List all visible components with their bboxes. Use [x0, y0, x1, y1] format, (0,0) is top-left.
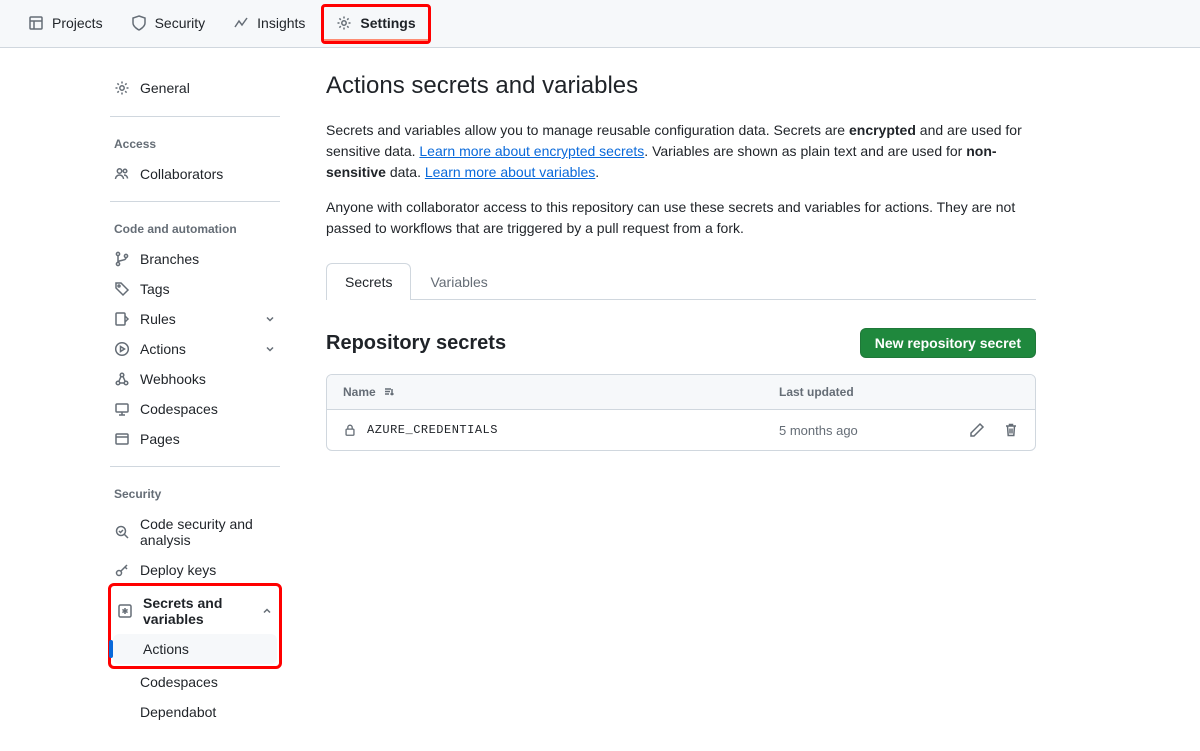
sidebar-section-access: Access: [110, 129, 280, 159]
sort-icon: [382, 386, 394, 398]
codespaces-icon: [114, 401, 130, 417]
webhook-icon: [114, 371, 130, 387]
description-1: Secrets and variables allow you to manag…: [326, 120, 1036, 183]
main-content: Actions secrets and variables Secrets an…: [296, 72, 1076, 727]
repo-secrets-header: Repository secrets New repository secret: [326, 328, 1036, 358]
trash-icon[interactable]: [1003, 422, 1019, 438]
shield-icon: [131, 15, 147, 31]
tag-icon: [114, 281, 130, 297]
secrets-table: Name Last updated AZURE_CREDENTIALS 5 mo…: [326, 374, 1036, 451]
sidebar-sub-actions-label: Actions: [143, 641, 189, 657]
sidebar-tags-label: Tags: [140, 281, 170, 297]
sidebar-item-general[interactable]: General: [110, 72, 280, 104]
tab-variables[interactable]: Variables: [411, 263, 506, 300]
sidebar-item-code-security[interactable]: Code security and analysis: [110, 509, 280, 555]
sidebar-deploykeys-label: Deploy keys: [140, 562, 216, 578]
sidebar-subitem-actions[interactable]: Actions: [113, 634, 277, 664]
col-last-updated: Last updated: [779, 385, 929, 399]
divider: [110, 466, 280, 467]
table-icon: [28, 15, 44, 31]
sidebar-pages-label: Pages: [140, 431, 180, 447]
chevron-down-icon: [264, 343, 276, 355]
sidebar-webhooks-label: Webhooks: [140, 371, 206, 387]
chevron-up-icon: [261, 605, 273, 617]
sidebar-collaborators-label: Collaborators: [140, 166, 223, 182]
chevron-down-icon: [264, 313, 276, 325]
pencil-icon[interactable]: [969, 422, 985, 438]
sidebar-item-rules[interactable]: Rules: [110, 304, 280, 334]
sidebar-rules-label: Rules: [140, 311, 176, 327]
tab-settings-label: Settings: [360, 15, 415, 31]
sidebar-item-collaborators[interactable]: Collaborators: [110, 159, 280, 189]
sidebar-section-code: Code and automation: [110, 214, 280, 244]
secrets-variables-tabs: Secrets Variables: [326, 263, 1036, 300]
sidebar-branches-label: Branches: [140, 251, 199, 267]
new-repository-secret-button[interactable]: New repository secret: [860, 328, 1036, 358]
sidebar-codesec-label: Code security and analysis: [140, 516, 276, 548]
table-header: Name Last updated: [327, 375, 1035, 410]
secret-name-cell: AZURE_CREDENTIALS: [343, 423, 779, 437]
code-scan-icon: [114, 524, 130, 540]
secret-actions: [929, 422, 1019, 438]
tab-settings[interactable]: Settings: [324, 7, 427, 41]
col-actions: [929, 385, 1019, 399]
tab-projects[interactable]: Projects: [16, 7, 115, 41]
sidebar-item-actions[interactable]: Actions: [110, 334, 280, 364]
sidebar-item-deploy-keys[interactable]: Deploy keys: [110, 555, 280, 585]
settings-sidebar: General Access Collaborators Code and au…: [0, 72, 296, 727]
sidebar-sub-codespaces-label: Codespaces: [140, 674, 218, 690]
description-2: Anyone with collaborator access to this …: [326, 197, 1036, 239]
link-encrypted-secrets[interactable]: Learn more about encrypted secrets: [419, 143, 644, 159]
tab-insights-label: Insights: [257, 15, 305, 31]
tab-security[interactable]: Security: [119, 7, 218, 41]
tab-security-label: Security: [155, 15, 206, 31]
sidebar-item-pages[interactable]: Pages: [110, 424, 280, 454]
secret-name: AZURE_CREDENTIALS: [367, 423, 498, 437]
highlight-secrets-group: Secrets and variables Actions: [108, 583, 282, 669]
sidebar-item-secrets-variables[interactable]: Secrets and variables: [113, 588, 277, 634]
sidebar-general-label: General: [140, 80, 190, 96]
page-title: Actions secrets and variables: [326, 72, 1036, 100]
repo-top-nav: Projects Security Insights Settings: [0, 0, 1200, 48]
sidebar-item-tags[interactable]: Tags: [110, 274, 280, 304]
divider: [110, 201, 280, 202]
key-icon: [114, 562, 130, 578]
sidebar-item-codespaces[interactable]: Codespaces: [110, 394, 280, 424]
table-row: AZURE_CREDENTIALS 5 months ago: [327, 410, 1035, 450]
sidebar-sub-dependabot-label: Dependabot: [140, 704, 216, 720]
col-name[interactable]: Name: [343, 385, 779, 399]
play-circle-icon: [114, 341, 130, 357]
gear-icon: [336, 15, 352, 31]
divider: [110, 116, 280, 117]
repo-secrets-title: Repository secrets: [326, 332, 506, 355]
sidebar-codespaces-label: Codespaces: [140, 401, 218, 417]
rules-icon: [114, 311, 130, 327]
sidebar-item-branches[interactable]: Branches: [110, 244, 280, 274]
sidebar-subitem-dependabot[interactable]: Dependabot: [110, 697, 280, 727]
tab-projects-label: Projects: [52, 15, 103, 31]
secret-updated: 5 months ago: [779, 423, 929, 438]
sidebar-secrets-label: Secrets and variables: [143, 595, 251, 627]
people-icon: [114, 166, 130, 182]
sidebar-subitem-codespaces[interactable]: Codespaces: [110, 667, 280, 697]
gear-icon: [114, 80, 130, 96]
tab-secrets[interactable]: Secrets: [326, 263, 411, 300]
sidebar-item-webhooks[interactable]: Webhooks: [110, 364, 280, 394]
browser-icon: [114, 431, 130, 447]
highlight-settings: Settings: [321, 4, 430, 44]
branch-icon: [114, 251, 130, 267]
sidebar-section-security: Security: [110, 479, 280, 509]
lock-icon: [343, 423, 357, 437]
sidebar-actions-label: Actions: [140, 341, 186, 357]
asterisk-box-icon: [117, 603, 133, 619]
tab-insights[interactable]: Insights: [221, 7, 317, 41]
graph-icon: [233, 15, 249, 31]
link-variables[interactable]: Learn more about variables: [425, 164, 595, 180]
